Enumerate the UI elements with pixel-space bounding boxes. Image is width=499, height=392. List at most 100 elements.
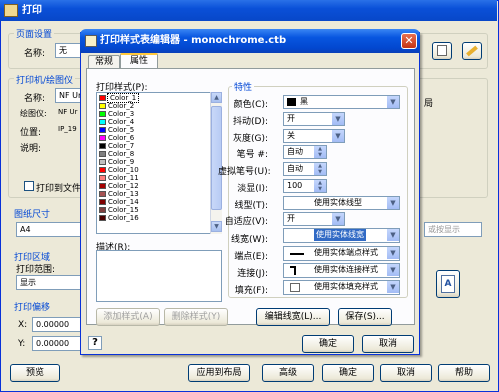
page-setup-title: 页面设置: [14, 27, 55, 40]
style-name: Color_10: [108, 166, 139, 174]
print-cancel-button[interactable]: 取消: [380, 364, 432, 382]
list-item[interactable]: Color_1: [99, 93, 211, 103]
list-item[interactable]: Color_7: [99, 142, 211, 150]
editor-ok-button[interactable]: 确定: [302, 335, 354, 353]
paper-size-select[interactable]: A4: [16, 222, 82, 237]
print-range-label: 打印范围:: [16, 265, 56, 275]
pen-number-spinner[interactable]: 自动 ▲ ▼: [283, 145, 327, 159]
print-help-button[interactable]: 帮助: [438, 364, 490, 382]
list-item[interactable]: Color_10: [99, 166, 211, 174]
color-label: 颜色(C):: [233, 100, 268, 110]
printer-name-select[interactable]: NF Ur: [55, 88, 83, 103]
edit-lineweight-button[interactable]: 编辑线宽(L)...: [256, 308, 330, 326]
linetype-value: 使用实体线型: [314, 198, 362, 207]
color-swatch: [99, 175, 106, 181]
color-swatch: [99, 207, 106, 213]
screening-label: 淡显(I):: [237, 184, 268, 194]
chevron-down-icon: ▼: [386, 197, 399, 209]
offset-x-input[interactable]: 0.00000: [32, 317, 82, 332]
style-name: Color_2: [108, 102, 135, 110]
plot-styles-list[interactable]: Color_1 Color_2 Color_3 Color_4 Color_5 …: [96, 92, 222, 234]
list-item[interactable]: Color_16: [99, 214, 211, 222]
list-item[interactable]: Color_11: [99, 174, 211, 182]
paper-orientation-button[interactable]: A: [436, 270, 460, 298]
adaptive-select[interactable]: 开 ▼: [283, 212, 345, 226]
style-name: Color_5: [108, 126, 135, 134]
location-label: 位置:: [20, 128, 42, 138]
print-range-select[interactable]: 显示: [16, 275, 82, 290]
screening-spinner[interactable]: 100 ▲ ▼: [283, 179, 327, 193]
save-as-button[interactable]: 保存(S)...: [338, 308, 392, 326]
offset-y-input[interactable]: 0.00000: [32, 336, 82, 351]
close-button[interactable]: ✕: [401, 33, 417, 49]
paper-size-title: 图纸尺寸: [14, 210, 51, 220]
help-icon[interactable]: ?: [88, 336, 102, 350]
list-item[interactable]: Color_13: [99, 190, 211, 198]
list-item[interactable]: Color_9: [99, 158, 211, 166]
location-value: IP_19: [58, 125, 77, 133]
list-item[interactable]: Color_6: [99, 134, 211, 142]
tab-general[interactable]: 常规: [88, 55, 120, 69]
apply-to-layout-button[interactable]: 应用到布局: [188, 364, 250, 382]
list-item[interactable]: Color_14: [99, 198, 211, 206]
dither-label: 抖动(D):: [233, 117, 268, 127]
virtual-pen-value: 自动: [287, 164, 303, 173]
chevron-down-icon: ▼: [331, 130, 344, 142]
preview-button[interactable]: 预览: [10, 364, 60, 382]
edit-page-setup-button[interactable]: [462, 42, 482, 60]
list-item[interactable]: Color_2: [99, 102, 211, 110]
delete-style-button[interactable]: 删除样式(Y): [164, 308, 228, 326]
color-swatch: [99, 111, 106, 117]
lineweight-value: 使用实体线宽: [314, 229, 366, 241]
dither-select[interactable]: 开 ▼: [283, 112, 345, 126]
right-fragment-label: 局: [424, 99, 434, 109]
offset-x-label: X:: [18, 320, 28, 330]
tab-properties[interactable]: 属性: [120, 53, 158, 69]
lineweight-select[interactable]: 使用实体线宽 ▼: [283, 228, 400, 243]
editor-cancel-button[interactable]: 取消: [362, 335, 414, 353]
spinner-arrows-icon: ▲ ▼: [313, 146, 326, 158]
virtual-pen-spinner[interactable]: 自动 ▲ ▼: [283, 162, 327, 176]
list-item[interactable]: Color_5: [99, 126, 211, 134]
line-end-value: 使用实体端点样式: [314, 248, 378, 257]
list-item[interactable]: Color_4: [99, 118, 211, 126]
fill-select[interactable]: 使用实体填充样式 ▼: [283, 280, 400, 295]
print-ok-button[interactable]: 确定: [322, 364, 374, 382]
list-item[interactable]: Color_3: [99, 110, 211, 118]
line-end-icon: [290, 253, 304, 255]
style-name: Color_13: [108, 190, 139, 198]
print-to-file-checkbox[interactable]: [24, 181, 34, 191]
color-value: 黑: [300, 97, 308, 106]
color-swatch: [99, 95, 106, 101]
style-name: Color_1: [106, 93, 140, 103]
list-item[interactable]: Color_8: [99, 150, 211, 158]
line-join-select[interactable]: 使用实体连接样式 ▼: [283, 263, 400, 278]
color-swatch: [99, 103, 106, 109]
screening-value: 100: [287, 181, 303, 190]
page-add-icon: [437, 45, 447, 56]
chevron-down-icon: ▼: [386, 247, 399, 259]
color-swatch: [99, 199, 106, 205]
grayscale-value: 关: [287, 131, 295, 140]
lineweight-label: 线宽(W):: [231, 235, 268, 245]
grayscale-select[interactable]: 关 ▼: [283, 129, 345, 143]
adaptive-label: 自适应(V):: [224, 217, 268, 227]
linetype-select[interactable]: 使用实体线型 ▼: [283, 196, 400, 210]
fill-swatch-icon: [290, 283, 300, 292]
color-swatch: [99, 183, 106, 189]
list-item[interactable]: Color_12: [99, 182, 211, 190]
style-name: Color_6: [108, 134, 135, 142]
adaptive-value: 开: [287, 214, 295, 223]
list-item[interactable]: Color_15: [99, 206, 211, 214]
description-textarea[interactable]: [96, 250, 222, 302]
printer-title: 打印机/绘图仪: [14, 73, 76, 86]
add-page-setup-button[interactable]: [432, 42, 452, 60]
color-select[interactable]: 黑 ▼: [283, 95, 400, 109]
page-setup-name-select[interactable]: 无: [55, 43, 83, 58]
plotter-value: NF Ur: [58, 108, 78, 116]
line-end-select[interactable]: 使用实体端点样式 ▼: [283, 246, 400, 261]
add-style-button[interactable]: 添加样式(A): [96, 308, 160, 326]
print-to-file-label: 打印到文件: [36, 184, 82, 194]
advanced-button[interactable]: 高级: [262, 364, 314, 382]
paper-a-icon: A: [441, 275, 455, 293]
